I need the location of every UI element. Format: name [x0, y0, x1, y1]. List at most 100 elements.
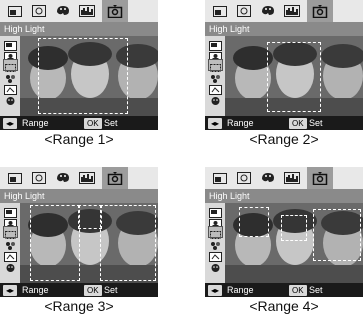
sharpen-icon[interactable]	[3, 249, 17, 262]
sharpen-icon[interactable]	[208, 249, 222, 262]
ok-button[interactable]: OK	[289, 118, 307, 129]
top-toolbar	[0, 0, 158, 22]
camera-screen: High Light ◂▸ Range OK Set	[205, 167, 363, 297]
range-label: Range	[22, 118, 49, 128]
portrait-icon[interactable]	[208, 216, 222, 229]
bottom-bar: ◂▸ Range OK Set	[205, 283, 363, 297]
effect-sidebar	[0, 203, 20, 283]
color-dots-icon[interactable]	[209, 238, 222, 250]
left-right-arrows-icon[interactable]: ◂▸	[3, 118, 18, 129]
range-box[interactable]	[267, 42, 321, 112]
portrait-icon[interactable]	[3, 216, 17, 229]
sharpen-icon[interactable]	[3, 82, 17, 95]
timer-icon[interactable]	[235, 170, 253, 186]
histogram-icon[interactable]	[283, 170, 301, 186]
set-label: Set	[309, 118, 323, 128]
left-right-arrows-icon[interactable]: ◂▸	[3, 285, 18, 296]
panel-range-1: High Light ◂▸ Range OK Set <Range 1>	[0, 0, 158, 148]
range-box[interactable]	[313, 209, 361, 261]
mode-title: High Light	[0, 22, 158, 36]
range-box[interactable]	[100, 205, 156, 281]
range-box[interactable]	[30, 205, 80, 281]
top-toolbar	[0, 167, 158, 189]
palette-icon[interactable]	[54, 3, 72, 19]
bottom-bar: ◂▸ Range OK Set	[0, 283, 158, 297]
panel-range-4: High Light ◂▸ Range OK Set <Range 4>	[205, 167, 363, 315]
effect-sidebar	[205, 36, 225, 116]
photo-preview	[205, 203, 363, 283]
range-label: Range	[227, 285, 254, 295]
palette-icon[interactable]	[259, 170, 277, 186]
palette-icon[interactable]	[54, 170, 72, 186]
range-select-icon[interactable]	[2, 226, 18, 239]
portrait-highlight-icon[interactable]	[102, 167, 128, 189]
face-icon[interactable]	[209, 93, 222, 105]
panel-caption: <Range 2>	[249, 131, 319, 147]
panel-caption: <Range 4>	[249, 298, 319, 314]
range-box[interactable]	[239, 207, 269, 237]
ok-button[interactable]: OK	[84, 285, 102, 296]
range-box[interactable]	[281, 215, 307, 241]
frame-icon[interactable]	[6, 3, 24, 19]
timer-icon[interactable]	[30, 3, 48, 19]
color-dots-icon[interactable]	[209, 71, 222, 83]
portrait-highlight-icon[interactable]	[307, 0, 333, 22]
camera-screen: High Light ◂▸ Range OK Set	[205, 0, 363, 130]
bottom-bar: ◂▸ Range OK Set	[0, 116, 158, 130]
range-select-icon[interactable]	[2, 59, 18, 72]
timer-icon[interactable]	[235, 3, 253, 19]
set-label: Set	[104, 118, 118, 128]
ok-button[interactable]: OK	[84, 118, 102, 129]
panel-range-3: High Light ◂▸ Range OK Set <Range 3>	[0, 167, 158, 315]
range-label: Range	[227, 118, 254, 128]
timer-icon[interactable]	[30, 170, 48, 186]
photo-preview	[0, 203, 158, 283]
set-label: Set	[104, 285, 118, 295]
portrait-icon[interactable]	[208, 49, 222, 62]
photo-preview	[0, 36, 158, 116]
panel-caption: <Range 1>	[44, 131, 114, 147]
photo-preview	[205, 36, 363, 116]
range-box[interactable]	[78, 205, 102, 229]
color-dots-icon[interactable]	[4, 71, 17, 83]
portrait-icon[interactable]	[3, 49, 17, 62]
frame-icon[interactable]	[3, 205, 17, 218]
bottom-bar: ◂▸ Range OK Set	[205, 116, 363, 130]
set-label: Set	[309, 285, 323, 295]
histogram-icon[interactable]	[78, 3, 96, 19]
frame-icon[interactable]	[6, 170, 24, 186]
left-right-arrows-icon[interactable]: ◂▸	[208, 118, 223, 129]
histogram-icon[interactable]	[283, 3, 301, 19]
frame-icon[interactable]	[211, 170, 229, 186]
left-right-arrows-icon[interactable]: ◂▸	[208, 285, 223, 296]
frame-icon[interactable]	[211, 3, 229, 19]
color-dots-icon[interactable]	[4, 238, 17, 250]
face-icon[interactable]	[4, 93, 17, 105]
face-icon[interactable]	[4, 260, 17, 272]
panel-caption: <Range 3>	[44, 298, 114, 314]
range-label: Range	[22, 285, 49, 295]
top-toolbar	[205, 0, 363, 22]
range-select-icon[interactable]	[207, 59, 223, 72]
camera-screen: High Light ◂▸ Range OK Set	[0, 0, 158, 130]
mode-title: High Light	[0, 189, 158, 203]
range-select-icon[interactable]	[207, 226, 223, 239]
effect-sidebar	[0, 36, 20, 116]
face-icon[interactable]	[209, 260, 222, 272]
histogram-icon[interactable]	[78, 170, 96, 186]
ok-button[interactable]: OK	[289, 285, 307, 296]
top-toolbar	[205, 167, 363, 189]
frame-icon[interactable]	[208, 205, 222, 218]
palette-icon[interactable]	[259, 3, 277, 19]
sharpen-icon[interactable]	[208, 82, 222, 95]
effect-sidebar	[205, 203, 225, 283]
mode-title: High Light	[205, 189, 363, 203]
panel-range-2: High Light ◂▸ Range OK Set <Range 2>	[205, 0, 363, 148]
portrait-highlight-icon[interactable]	[102, 0, 128, 22]
frame-icon[interactable]	[3, 38, 17, 51]
frame-icon[interactable]	[208, 38, 222, 51]
mode-title: High Light	[205, 22, 363, 36]
range-box[interactable]	[38, 38, 128, 114]
camera-screen: High Light ◂▸ Range OK Set	[0, 167, 158, 297]
portrait-highlight-icon[interactable]	[307, 167, 333, 189]
